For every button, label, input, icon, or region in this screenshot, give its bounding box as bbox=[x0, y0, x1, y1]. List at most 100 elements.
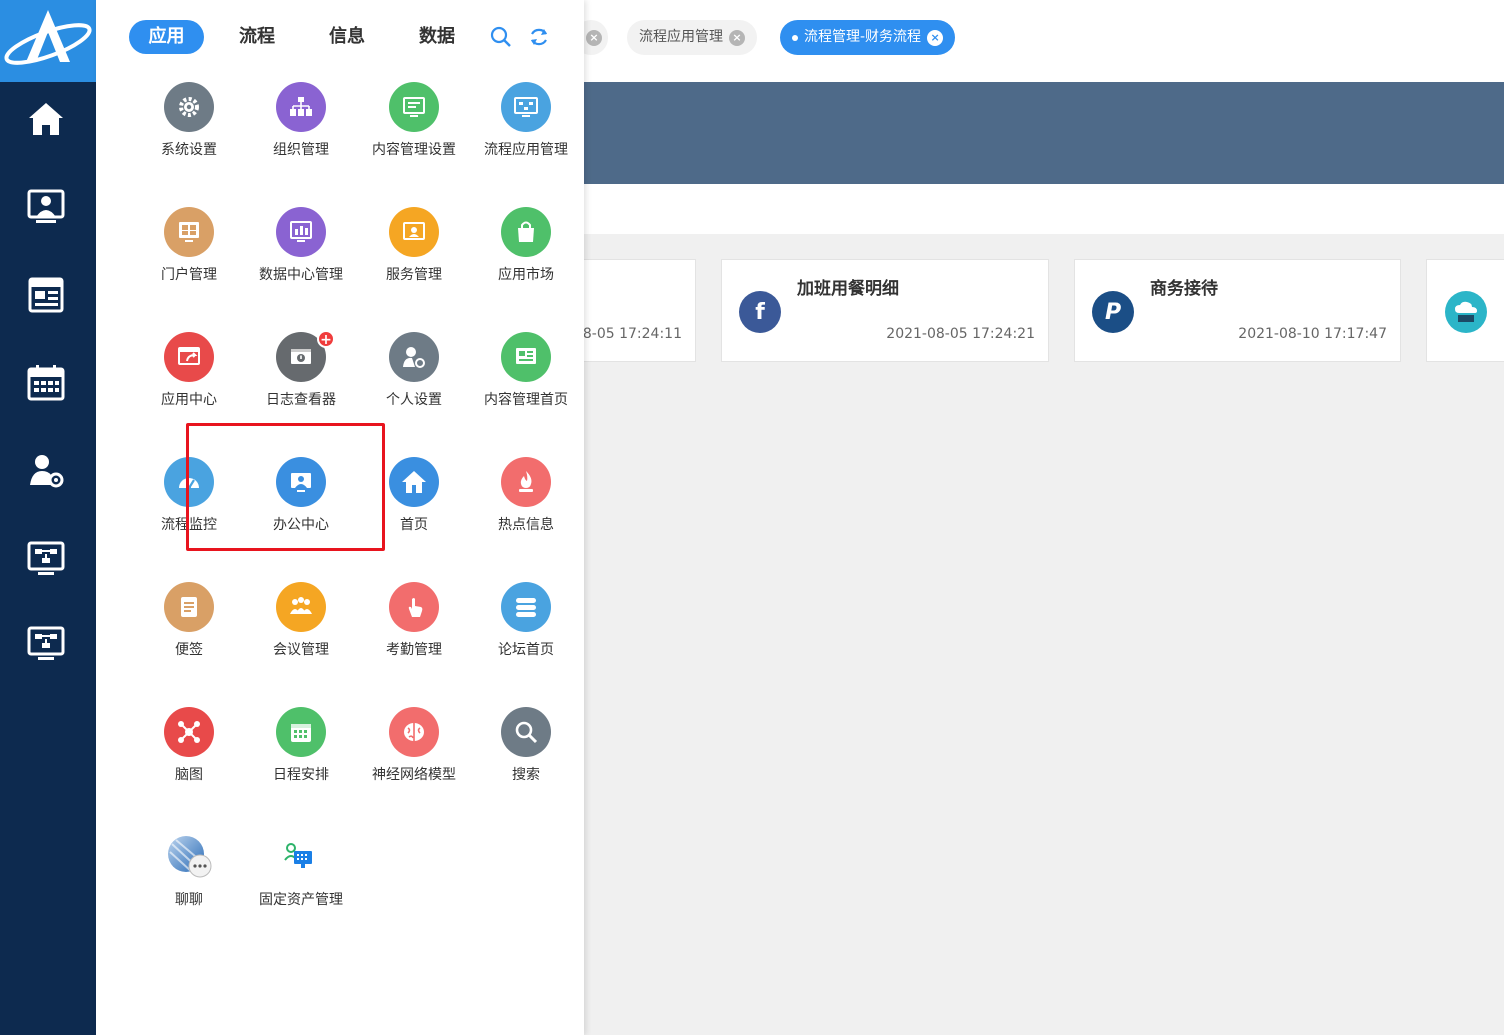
mind-map-icon bbox=[164, 707, 214, 757]
app-label: 会议管理 bbox=[273, 642, 329, 658]
app-tile[interactable]: 数据中心管理 bbox=[245, 207, 357, 307]
app-label: 内容管理设置 bbox=[372, 142, 456, 158]
app-label: 搜索 bbox=[512, 767, 540, 783]
app-tile[interactable]: 聊聊 bbox=[133, 832, 245, 932]
search-icon[interactable] bbox=[490, 26, 512, 48]
app-tile[interactable]: 日程安排 bbox=[245, 707, 357, 807]
workflow-card[interactable]: f 加班用餐明细 2021-08-05 17:24:21 bbox=[721, 259, 1049, 362]
shopping-bag-icon bbox=[501, 207, 551, 257]
forum-icon bbox=[501, 582, 551, 632]
app-tile[interactable]: 内容管理首页 bbox=[470, 332, 582, 432]
portal-icon bbox=[164, 207, 214, 257]
app-tile[interactable]: + 日志查看器 bbox=[245, 330, 357, 432]
workflow-app-icon bbox=[501, 82, 551, 132]
app-label: 办公中心 bbox=[273, 517, 329, 533]
app-label: 便签 bbox=[175, 642, 203, 658]
app-label: 服务管理 bbox=[386, 267, 442, 283]
tab-apps[interactable]: 应用 bbox=[129, 20, 204, 54]
app-label: 门户管理 bbox=[161, 267, 217, 283]
app-tile[interactable]: 神经网络模型 bbox=[358, 707, 470, 807]
touch-icon bbox=[389, 582, 439, 632]
house-icon bbox=[389, 457, 439, 507]
app-label: 系统设置 bbox=[161, 142, 217, 158]
brain-icon bbox=[389, 707, 439, 757]
app-label: 流程监控 bbox=[161, 517, 217, 533]
logo[interactable] bbox=[0, 0, 96, 82]
app-label: 热点信息 bbox=[498, 517, 554, 533]
personal-settings-icon bbox=[389, 332, 439, 382]
app-tile[interactable]: 内容管理设置 bbox=[358, 82, 470, 182]
app-panel: 应用 流程 信息 数据 系统设置 组织管理 内容管理设置 流程应用管理门户管理 数据中心… bbox=[96, 0, 584, 1035]
org-chart-icon bbox=[276, 82, 326, 132]
app-label: 考勤管理 bbox=[386, 642, 442, 658]
active-dot-icon bbox=[792, 34, 798, 41]
office-center-icon bbox=[276, 457, 326, 507]
app-label: 论坛首页 bbox=[498, 642, 554, 658]
app-tile[interactable]: 会议管理 bbox=[245, 582, 357, 682]
app-tile[interactable]: 组织管理 bbox=[245, 82, 357, 182]
app-tile[interactable]: 便签 bbox=[133, 582, 245, 682]
app-label: 脑图 bbox=[175, 767, 203, 783]
tab-label: 流程管理-财务流程 bbox=[804, 29, 922, 45]
schedule-icon bbox=[276, 707, 326, 757]
user-settings-icon[interactable] bbox=[26, 451, 66, 491]
workflow-monitor-icon[interactable] bbox=[26, 539, 66, 579]
calendar-icon[interactable] bbox=[26, 363, 66, 403]
app-tile[interactable]: 服务管理 bbox=[358, 207, 470, 307]
app-tile[interactable]: 流程监控 bbox=[133, 457, 245, 557]
content-settings-icon bbox=[389, 82, 439, 132]
app-label: 固定资产管理 bbox=[259, 892, 343, 908]
tab-workflow[interactable]: 流程 bbox=[224, 20, 290, 54]
app-label: 数据中心管理 bbox=[259, 267, 343, 283]
home-icon[interactable] bbox=[26, 99, 66, 139]
app-label: 首页 bbox=[400, 517, 428, 533]
app-label: 个人设置 bbox=[386, 392, 442, 408]
card-time: 2021-08-05 17:24:21 bbox=[886, 326, 1035, 342]
close-icon[interactable]: × bbox=[586, 29, 602, 46]
app-tile[interactable]: 搜索 bbox=[470, 707, 582, 807]
workflow-card[interactable] bbox=[1426, 259, 1504, 362]
fixed-asset-icon bbox=[276, 832, 326, 882]
office-icon[interactable] bbox=[26, 187, 66, 227]
app-tile[interactable]: 脑图 bbox=[133, 707, 245, 807]
tab-finance-workflow[interactable]: 流程管理-财务流程 × bbox=[780, 20, 956, 55]
meeting-icon bbox=[276, 582, 326, 632]
notepad-icon bbox=[164, 582, 214, 632]
tab-label: 流程应用管理 bbox=[639, 29, 723, 45]
left-sidebar bbox=[0, 0, 96, 1035]
app-tile[interactable]: 固定资产管理 bbox=[245, 832, 357, 932]
app-tile[interactable]: 流程应用管理 bbox=[470, 82, 582, 182]
app-tile[interactable]: 论坛首页 bbox=[470, 582, 582, 682]
app-label: 组织管理 bbox=[273, 142, 329, 158]
app-tile[interactable]: 首页 bbox=[358, 457, 470, 557]
close-icon[interactable]: × bbox=[927, 29, 944, 46]
close-icon[interactable]: × bbox=[729, 29, 745, 46]
app-label: 日程安排 bbox=[273, 767, 329, 783]
card-time: 2021-08-10 17:17:47 bbox=[1238, 326, 1387, 342]
app-tile[interactable]: 门户管理 bbox=[133, 207, 245, 307]
app-label: 聊聊 bbox=[175, 892, 203, 908]
app-tile[interactable]: 考勤管理 bbox=[358, 582, 470, 682]
app-tile[interactable]: 应用市场 bbox=[470, 207, 582, 307]
refresh-icon[interactable] bbox=[528, 26, 550, 48]
app-label: 流程应用管理 bbox=[484, 142, 568, 158]
data-center-icon bbox=[276, 207, 326, 257]
news-icon[interactable] bbox=[26, 275, 66, 315]
speedometer-icon bbox=[164, 457, 214, 507]
tab-workflow-app-management[interactable]: 流程应用管理 × bbox=[627, 20, 757, 55]
workflow-card[interactable]: P 商务接待 2021-08-10 17:17:47 bbox=[1074, 259, 1401, 362]
app-tile[interactable]: 系统设置 bbox=[133, 82, 245, 182]
chat-icon bbox=[164, 832, 214, 882]
app-label: 应用市场 bbox=[498, 267, 554, 283]
app-tile[interactable]: 个人设置 bbox=[358, 332, 470, 432]
card-time: 8-05 17:24:11 bbox=[582, 326, 682, 342]
content-home-icon bbox=[501, 332, 551, 382]
tab-info[interactable]: 信息 bbox=[314, 20, 380, 54]
workflow-monitor-icon-2[interactable] bbox=[26, 624, 66, 664]
app-tile[interactable]: 热点信息 bbox=[470, 457, 582, 557]
app-tile[interactable]: 办公中心 bbox=[245, 457, 357, 557]
flame-icon bbox=[501, 457, 551, 507]
tab-data[interactable]: 数据 bbox=[404, 20, 470, 54]
facebook-icon: f bbox=[739, 291, 781, 333]
app-tile[interactable]: 应用中心 bbox=[133, 332, 245, 432]
